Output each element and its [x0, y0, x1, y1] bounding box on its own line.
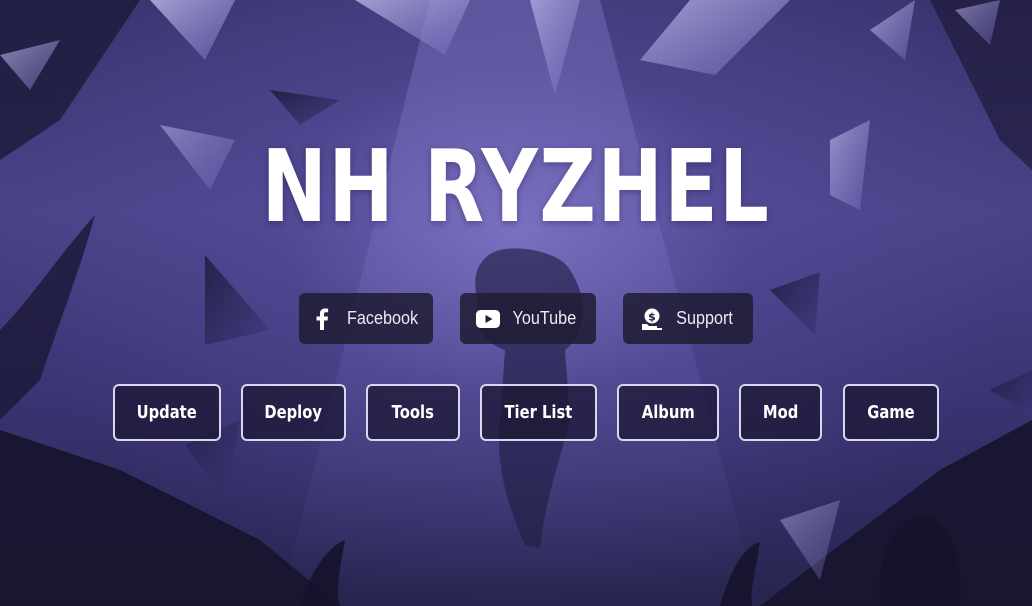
nav-button-label: Game [867, 402, 915, 423]
nav-button-tier-list[interactable]: Tier List [480, 384, 597, 441]
svg-text:$: $ [648, 310, 656, 323]
youtube-icon [476, 307, 501, 331]
support-label: Support [676, 308, 733, 328]
nav-button-label: Mod [762, 402, 799, 423]
support-button[interactable]: $ Support [623, 293, 753, 344]
nav-button-label: Album [641, 402, 695, 423]
nav-button-label: Deploy [264, 402, 323, 423]
nav-button-tools[interactable]: Tools [366, 384, 460, 441]
facebook-label: Facebook [346, 308, 419, 328]
nav-button-album[interactable]: Album [617, 384, 719, 441]
nav-button-update[interactable]: Update [113, 384, 221, 441]
site-title: NH RYZHEL [261, 128, 771, 245]
nav-button-label: Tier List [504, 402, 573, 423]
nav-button-deploy[interactable]: Deploy [241, 384, 346, 441]
nav-button-game[interactable]: Game [843, 384, 939, 441]
hero-section: NH RYZHEL Facebook YouTube $ Support Upd… [0, 0, 1032, 606]
youtube-label: YouTube [512, 308, 577, 328]
youtube-button[interactable]: YouTube [460, 293, 596, 344]
nav-button-label: Tools [391, 402, 435, 423]
nav-button-mod[interactable]: Mod [739, 384, 822, 441]
facebook-button[interactable]: Facebook [299, 293, 433, 344]
support-money-icon: $ [640, 307, 664, 331]
nav-button-label: Update [136, 402, 198, 423]
facebook-icon [310, 307, 334, 331]
